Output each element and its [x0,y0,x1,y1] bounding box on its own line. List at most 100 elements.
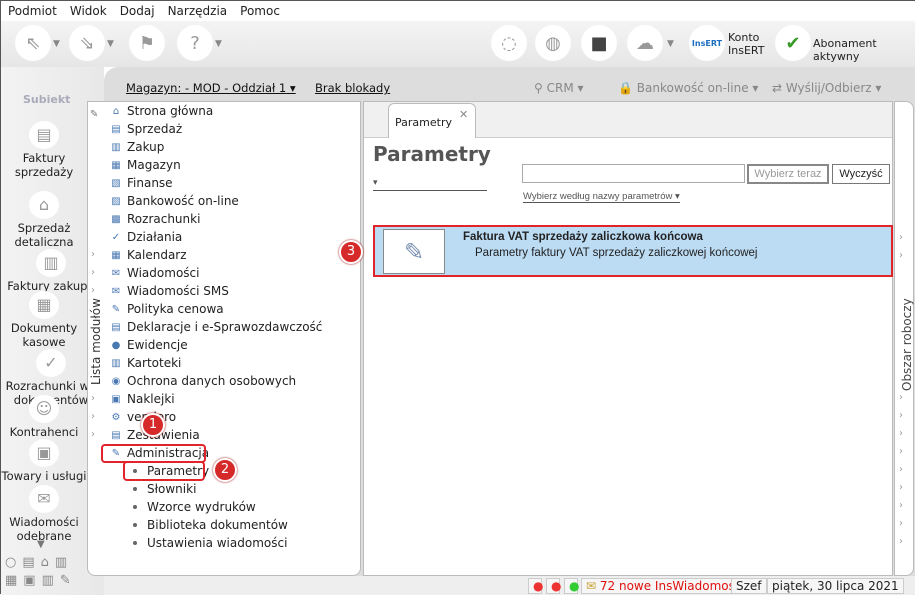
module-label: Działania [127,230,183,244]
expand-arrow-icon[interactable]: › [91,285,95,296]
menu-dodaj[interactable]: Dodaj [113,1,161,21]
expand-arrows-lower[interactable]: › › › › › › › › › [899,389,903,551]
module-icon: ⌂ [112,105,120,117]
module-item[interactable]: ✉ Wiadomości SMS [109,282,229,300]
expand-arrow-icon[interactable]: › [91,411,95,422]
nav-wiadomosci-odebrane[interactable]: ✉ Wiadomości odebrane [1,485,87,543]
brak-blokady-link[interactable]: Brak blokady [315,81,390,95]
module-item[interactable]: ✉ Wiadomości [109,264,200,282]
module-label: Wiadomości SMS [127,284,229,298]
parameter-row[interactable]: ✎ Faktura VAT sprzedaży zaliczkowa końco… [373,225,893,277]
module-item[interactable]: ▥ Kartoteki [109,354,181,372]
module-icon: ◉ [111,375,121,387]
konto-insert-link[interactable]: Konto InsERT [728,31,764,57]
expand-arrow-icon[interactable]: › [91,267,95,278]
menu-podmiot[interactable]: Podmiot [1,1,63,21]
module-item[interactable]: ◉ Ochrona danych osobowych [109,372,297,390]
shield-check-icon[interactable]: ✔ [775,25,811,61]
bankowosc-menu[interactable]: 🔒 Bankowość on-line ▾ [618,81,758,95]
tab-parametry[interactable]: Parametry ✕ [388,103,476,138]
expand-arrows[interactable]: › › [899,229,903,265]
module-item[interactable]: ▩ Rozrachunki [109,210,200,228]
submodule-item[interactable]: Biblioteka dokumentów [133,516,288,534]
module-item[interactable]: ▦ Magazyn [109,156,180,174]
back-arrow-icon[interactable]: ⇖ [15,25,51,61]
module-item[interactable]: ✓ Działania [109,228,183,246]
nav-towary-uslugi[interactable]: ▣ Towary i usługi [1,439,87,483]
module-icon: ▥ [111,357,121,369]
nav-kontrahenci[interactable]: ☺ Kontrahenci [1,395,87,439]
submodule-item[interactable]: Ustawienia wiadomości [133,534,287,552]
module-item[interactable]: ▤ Sprzedaż [109,120,182,138]
module-item[interactable]: ▥ Zakup [109,138,164,156]
submodule-label: Wzorce wydruków [147,500,256,514]
module-item[interactable]: ▨ Bankowość on-line [109,192,239,210]
bullet-icon [133,487,137,491]
forward-arrow-icon[interactable]: ⇘ [69,25,105,61]
parameter-search-input[interactable] [522,164,745,183]
envelope-check-icon: ✉ [29,485,59,513]
konto-label: Konto [728,31,760,44]
module-item[interactable]: ▧ Finanse [109,174,172,192]
module-list-label[interactable]: Lista modułów [89,298,103,385]
module-item[interactable]: ▣ Naklejki [109,390,175,408]
module-icon: ✉ [111,285,121,297]
checked-documents-icon: ✓ [36,349,66,377]
expand-arrow-icon[interactable]: › [91,429,95,440]
spinner-icon[interactable]: ◌ [491,25,527,61]
box-icon[interactable]: ■ [581,25,617,61]
module-label: Zakup [127,140,165,154]
chevron-down-icon[interactable]: ▼ [53,39,60,49]
module-item[interactable]: ▦ Kalendarz [109,246,186,264]
help-icon[interactable]: ? [177,25,213,61]
nav-faktury-zakupu[interactable]: ▥ Faktury zakupu [1,249,101,293]
chevron-down-icon[interactable]: ▼ [667,39,674,49]
insert-account-icon[interactable]: InsERT [689,25,725,61]
nav-sprzedaz-detaliczna[interactable]: ⌂ Sprzedaż detaliczna [1,191,87,249]
module-label: Sprzedaż [127,122,183,136]
nav-faktury-sprzedazy[interactable]: ▤ Faktury sprzedaży [1,121,87,179]
module-icon: ▤ [111,429,121,441]
crm-menu[interactable]: ⚲ CRM ▾ [534,81,584,95]
module-icon: ⚙ [111,411,121,423]
module-icon: ▧ [111,177,121,189]
menu-widok[interactable]: Widok [63,1,113,21]
nav-dokumenty-kasowe[interactable]: ▦ Dokumenty kasowe [1,291,87,349]
filter-mode-dropdown[interactable]: Wybierz według nazwy parametrów ▾ [523,191,680,203]
wyslij-odbierz-menu[interactable]: ⇄ Wyślij/Odbierz ▾ [772,81,881,95]
module-icon: ▦ [111,249,121,261]
menu-narzedzia[interactable]: Narzędzia [161,1,234,21]
module-item[interactable]: ● Ewidencje [109,336,188,354]
basket-icon: ⌂ [29,191,59,219]
flag-icon[interactable]: ⚑ [129,25,165,61]
clear-button[interactable]: Wyczyść [832,164,890,184]
menu-pomoc[interactable]: Pomoc [233,1,286,21]
workspace-label[interactable]: Obszar roboczy [900,298,914,391]
globe-icon[interactable]: ◍ [535,25,571,61]
shortcut-icons[interactable]: ○▤⌂▥ [5,555,73,570]
cloud-database-icon[interactable]: ☁ [627,25,663,61]
close-icon[interactable]: ✕ [459,108,468,121]
submodule-item[interactable]: Wzorce wydruków [133,498,256,516]
magazyn-selector[interactable]: Magazyn: - MOD - Oddział 1 ▾ [126,81,296,95]
status-led-red: ● [546,578,561,594]
chevron-down-icon[interactable]: ▼ [215,39,222,49]
module-icon: ✓ [111,231,121,243]
bullet-icon [133,505,137,509]
messages-link[interactable]: ✉ 72 nowe InsWiadomości [581,578,750,594]
choose-now-button[interactable]: Wybierz teraz [747,164,829,184]
chevron-down-icon[interactable]: ▼ [107,39,114,49]
expand-arrow-icon[interactable]: › [91,393,95,404]
scroll-down-icon[interactable]: ▼ [37,539,45,550]
shortcut-icons-row2[interactable]: ▦▣▥✎ [5,573,77,588]
subscription-status[interactable]: Abonament aktywny [813,37,915,63]
page-title[interactable]: Parametry ▾ [373,142,491,191]
submodule-item[interactable]: Słowniki [133,480,196,498]
module-item[interactable]: ✎ Polityka cenowa [109,300,224,318]
pin-icon[interactable]: ✎ [90,109,98,120]
module-label: Naklejki [127,392,175,406]
module-item[interactable]: ▤ Deklaracje i e-Sprawozdawczość [109,318,322,336]
expand-arrow-icon[interactable]: › [91,249,95,260]
module-item[interactable]: ⌂ Strona główna [109,102,213,120]
status-led-green: ● [564,578,579,594]
